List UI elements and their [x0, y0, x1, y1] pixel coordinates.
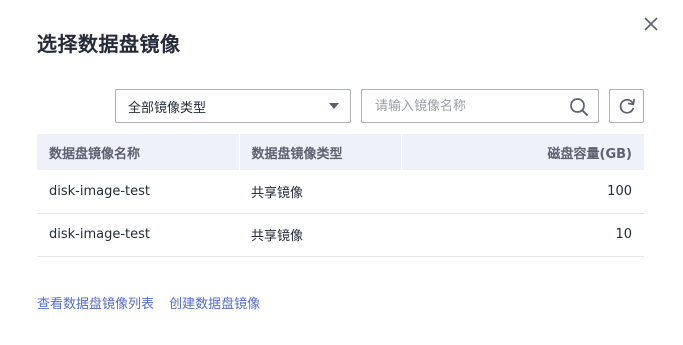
- dialog-title: 选择数据盘镜像: [37, 32, 181, 56]
- cell-image-name: disk-image-test: [37, 170, 239, 214]
- image-type-select-value: 全部镜像类型: [128, 100, 207, 116]
- footer-links: 查看数据盘镜像列表 创建数据盘镜像: [37, 293, 271, 312]
- view-disk-image-list-link[interactable]: 查看数据盘镜像列表: [37, 297, 154, 312]
- cell-image-type: 共享镜像: [239, 170, 401, 214]
- toolbar: 全部镜像类型: [0, 89, 683, 125]
- image-search-box: [361, 89, 599, 123]
- cell-capacity: 10: [401, 213, 644, 257]
- cell-image-name: disk-image-test: [37, 213, 239, 257]
- table-row[interactable]: disk-image-test 共享镜像 100: [37, 170, 644, 214]
- create-disk-image-link[interactable]: 创建数据盘镜像: [169, 297, 260, 312]
- column-header-capacity: 磁盘容量(GB): [400, 134, 644, 170]
- cell-image-type: 共享镜像: [239, 213, 401, 257]
- table-row[interactable]: disk-image-test 共享镜像 10: [37, 213, 644, 257]
- refresh-button[interactable]: [609, 89, 644, 123]
- image-type-select[interactable]: 全部镜像类型: [115, 89, 351, 123]
- select-disk-image-dialog: 选择数据盘镜像 全部镜像类型 请输入镜像名称 数据盘镜像名称 数据盘镜像类型 磁…: [0, 0, 683, 345]
- image-search-input[interactable]: [362, 90, 562, 122]
- caret-down-icon: [329, 103, 339, 109]
- table-header-row: 数据盘镜像名称 数据盘镜像类型 磁盘容量(GB): [37, 134, 644, 170]
- search-icon[interactable]: [569, 97, 589, 117]
- disk-image-table: 数据盘镜像名称 数据盘镜像类型 磁盘容量(GB) disk-image-test…: [37, 134, 644, 257]
- close-icon[interactable]: [640, 13, 662, 35]
- cell-capacity: 100: [401, 170, 644, 214]
- column-header-type: 数据盘镜像类型: [238, 134, 401, 170]
- column-header-name: 数据盘镜像名称: [37, 134, 239, 170]
